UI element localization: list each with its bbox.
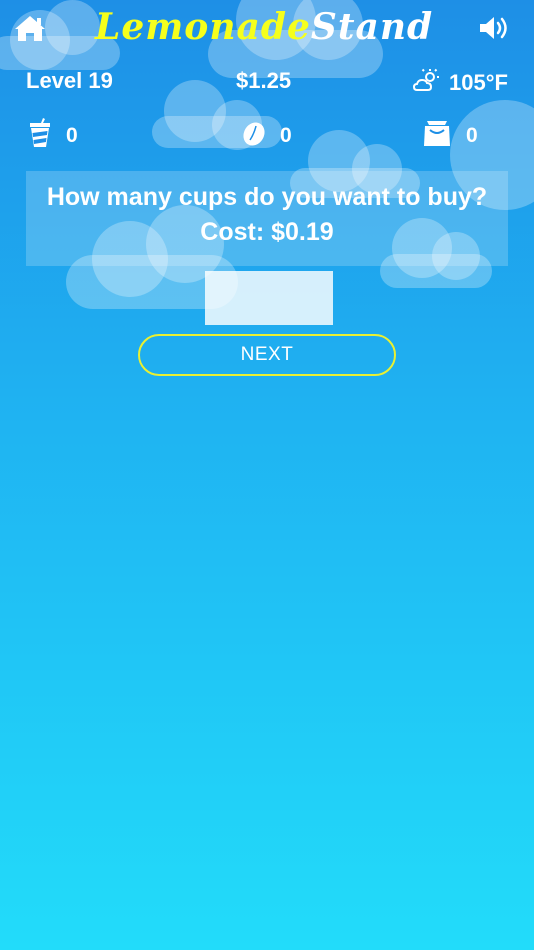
stats-row: Level 19 $1.25 105°F <box>0 68 534 98</box>
temperature-label: 105°F <box>449 70 508 95</box>
prompt-question: How many cups do you want to buy? <box>46 183 488 211</box>
lemon-icon <box>242 118 266 154</box>
purchase-prompt: How many cups do you want to buy? Cost: … <box>26 171 508 266</box>
prompt-cost: Cost: $0.19 <box>200 218 334 246</box>
sugar-count: 0 <box>466 124 478 147</box>
weather-display: 105°F <box>413 68 508 98</box>
inventory-cups: 0 <box>28 118 78 154</box>
top-bar: LemonadeStand <box>0 0 534 60</box>
sugar-bag-icon <box>422 118 452 154</box>
quantity-input[interactable] <box>205 271 333 325</box>
speaker-icon[interactable] <box>478 14 510 42</box>
money-label: $1.25 <box>236 68 292 93</box>
game-title: LemonadeStand <box>95 6 465 50</box>
cups-count: 0 <box>66 124 78 147</box>
lemons-count: 0 <box>280 124 292 147</box>
title-lemonade: Lemonade <box>95 6 311 48</box>
partly-cloudy-sun-icon <box>413 68 441 98</box>
level-label: Level 19 <box>26 68 113 93</box>
home-icon[interactable] <box>14 14 46 42</box>
title-stand: Stand <box>310 6 434 48</box>
cup-icon <box>28 118 52 154</box>
next-button[interactable]: NEXT <box>138 334 396 376</box>
inventory-row: 0 0 0 <box>0 118 534 152</box>
inventory-lemons: 0 <box>242 118 292 154</box>
inventory-sugar: 0 <box>422 118 478 154</box>
